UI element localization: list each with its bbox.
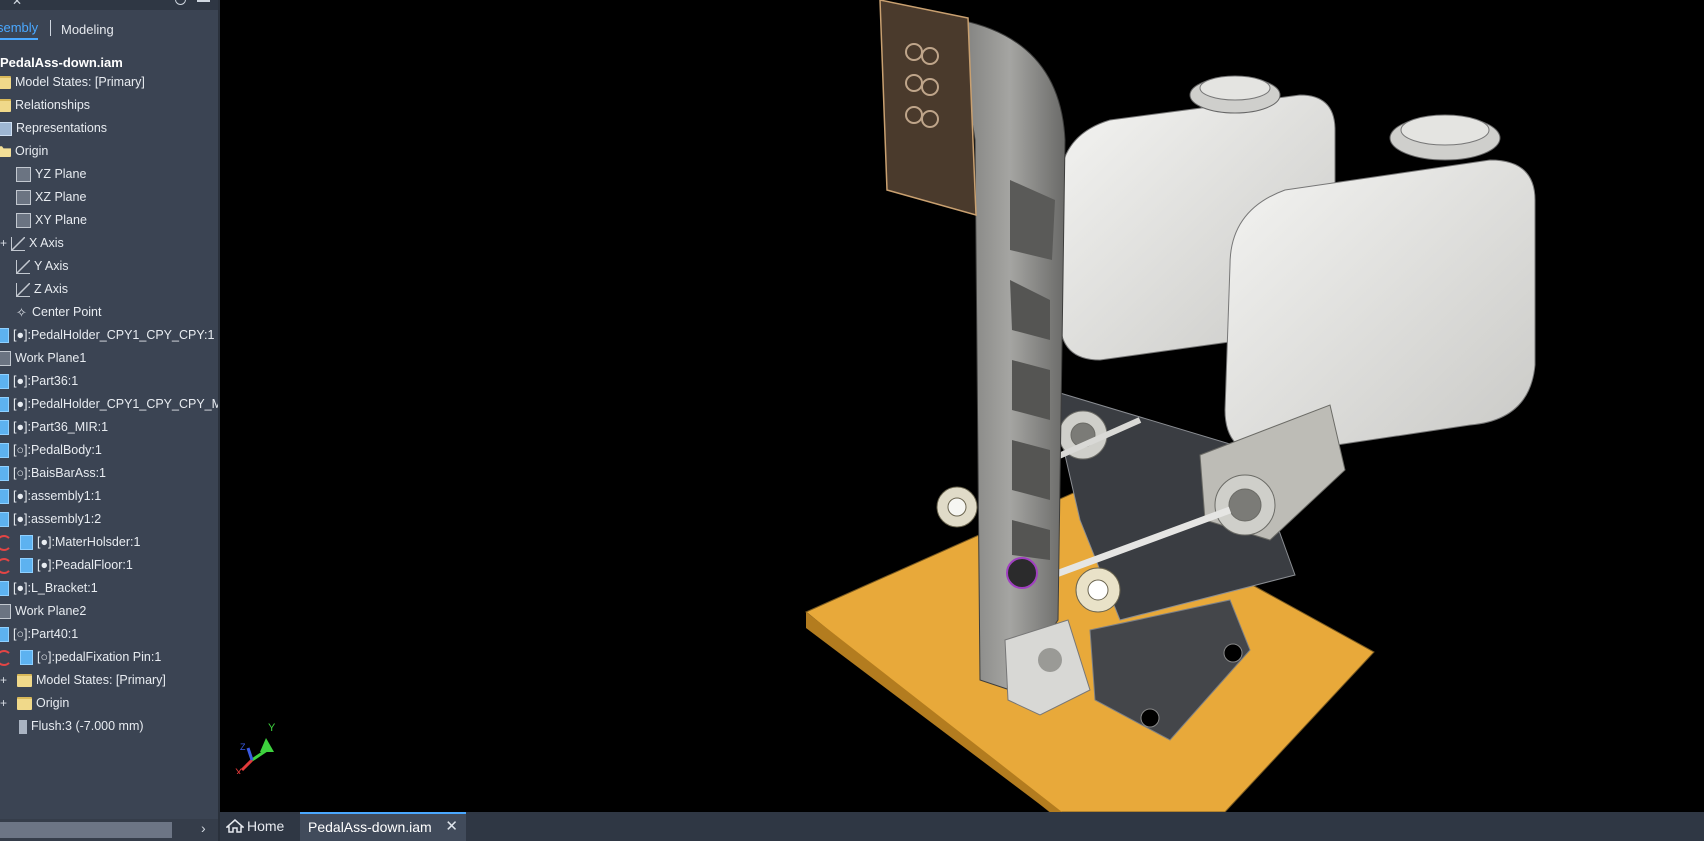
browser-scrollbar[interactable] bbox=[0, 822, 172, 838]
tree-item-center-point[interactable]: ✧ Center Point bbox=[16, 301, 101, 323]
tree-item-assembly1-2[interactable]: [●]:assembly1:2 bbox=[0, 508, 101, 530]
folder-open-icon bbox=[0, 146, 11, 158]
part-icon bbox=[0, 443, 9, 459]
triad-x-label: X bbox=[235, 767, 243, 774]
tree-item-x-axis[interactable]: + X Axis bbox=[0, 232, 64, 254]
menu-icon[interactable] bbox=[197, 0, 210, 2]
assembly-icon bbox=[0, 489, 9, 505]
flush-icon bbox=[19, 719, 27, 734]
chevron-right-icon[interactable]: › bbox=[201, 820, 206, 836]
tree-item-assembly1-1[interactable]: [●]:assembly1:1 bbox=[0, 485, 101, 507]
part-icon bbox=[20, 650, 33, 666]
assembly-icon bbox=[0, 466, 9, 482]
work-plane-icon bbox=[0, 604, 11, 620]
tab-home-label: Home bbox=[247, 818, 285, 834]
part-icon bbox=[0, 627, 9, 643]
folder-icon bbox=[0, 99, 11, 113]
representations-icon bbox=[0, 121, 12, 136]
triad-z-label: Z bbox=[240, 742, 246, 752]
tree-item-baisbarass[interactable]: [○]:BaisBarAss:1 bbox=[0, 462, 106, 484]
refresh-icon bbox=[0, 557, 12, 574]
plane-icon bbox=[16, 190, 31, 206]
model-browser: ✕ sembly Modeling PedalAss-down.iam Mode… bbox=[0, 0, 220, 841]
tree-item-representations[interactable]: Representations bbox=[0, 117, 107, 139]
center-point-icon: ✧ bbox=[16, 304, 27, 320]
rod-end-left bbox=[936, 486, 978, 528]
document-tab-bar: Home PedalAss-down.iam ✕ bbox=[220, 812, 1704, 841]
tree-item-model-states[interactable]: Model States: [Primary] bbox=[0, 71, 145, 93]
graphics-viewport[interactable] bbox=[220, 0, 1704, 812]
plane-icon bbox=[16, 213, 31, 229]
part-icon bbox=[20, 535, 33, 551]
tree-item-yz-plane[interactable]: YZ Plane bbox=[16, 163, 86, 185]
tree-item-peadalfloor[interactable]: [●]:PeadalFloor:1 bbox=[0, 554, 133, 576]
part-icon bbox=[0, 374, 9, 390]
tree-item-z-axis[interactable]: Z Axis bbox=[16, 278, 68, 300]
tree-item-pedalholder[interactable]: [●]:PedalHolder_CPY1_CPY_CPY:1 bbox=[0, 324, 214, 346]
plane-icon bbox=[16, 167, 31, 183]
tree-item-l-bracket[interactable]: [●]:L_Bracket:1 bbox=[0, 577, 98, 599]
expand-icon[interactable]: + bbox=[0, 232, 9, 254]
triad-y-label: Y bbox=[268, 722, 276, 734]
part-icon bbox=[0, 328, 9, 344]
part-icon bbox=[20, 558, 33, 574]
tree-item-origin-sub[interactable]: + Origin bbox=[0, 692, 69, 714]
part-icon bbox=[0, 581, 9, 597]
expand-icon[interactable]: + bbox=[0, 669, 9, 691]
close-tab-icon[interactable]: ✕ bbox=[445, 814, 458, 840]
axis-icon bbox=[11, 236, 25, 251]
tab-pedalass-down[interactable]: PedalAss-down.iam ✕ bbox=[300, 812, 466, 841]
axis-triad: Y X Z bbox=[235, 722, 276, 774]
pedal-assembly-model bbox=[805, 0, 1536, 812]
folder-icon bbox=[0, 76, 11, 90]
browser-tabs: sembly Modeling bbox=[0, 18, 218, 42]
tree-item-part40[interactable]: [○]:Part40:1 bbox=[0, 623, 78, 645]
tree-item-pedalfixation-pin[interactable]: [○]:pedalFixation Pin:1 bbox=[0, 646, 161, 668]
tree-root[interactable]: PedalAss-down.iam bbox=[0, 55, 123, 70]
tree-item-xz-plane[interactable]: XZ Plane bbox=[16, 186, 86, 208]
axis-icon bbox=[16, 282, 30, 297]
tab-modeling[interactable]: Modeling bbox=[61, 22, 114, 37]
tab-active-label: PedalAss-down.iam bbox=[308, 819, 432, 835]
tab-assembly[interactable]: sembly bbox=[0, 20, 39, 40]
assembly-icon bbox=[0, 512, 9, 528]
tree-item-materholsder[interactable]: [●]:MaterHolsder:1 bbox=[0, 531, 140, 553]
part-icon bbox=[0, 397, 9, 413]
expand-icon[interactable]: + bbox=[0, 692, 9, 714]
search-icon[interactable] bbox=[175, 0, 186, 5]
tab-home[interactable]: Home bbox=[226, 812, 284, 841]
tree-item-flush[interactable]: Flush:3 (-7.000 mm) bbox=[16, 715, 144, 737]
tree-item-part36[interactable]: [●]:Part36:1 bbox=[0, 370, 78, 392]
tree-item-model-states-sub[interactable]: + Model States: [Primary] bbox=[0, 669, 166, 691]
refresh-icon bbox=[0, 649, 12, 666]
rod-end-right bbox=[1075, 567, 1121, 613]
tree-item-pedalbody[interactable]: [○]:PedalBody:1 bbox=[0, 439, 102, 461]
tree-item-origin[interactable]: Origin bbox=[0, 140, 48, 162]
tree-item-work-plane1[interactable]: Work Plane1 bbox=[0, 347, 86, 369]
tree-item-relationships[interactable]: Relationships bbox=[0, 94, 90, 116]
pedal-pad bbox=[879, 0, 977, 217]
tree-item-pedalholder-m[interactable]: [●]:PedalHolder_CPY1_CPY_CPY_M bbox=[0, 393, 218, 415]
refresh-icon bbox=[0, 534, 12, 551]
tree-item-y-axis[interactable]: Y Axis bbox=[16, 255, 69, 277]
folder-icon bbox=[17, 697, 32, 711]
part-icon bbox=[0, 420, 9, 436]
tree-item-part36-mir[interactable]: [●]:Part36_MIR:1 bbox=[0, 416, 108, 438]
tree-item-xy-plane[interactable]: XY Plane bbox=[16, 209, 87, 231]
browser-header: ✕ bbox=[0, 0, 218, 10]
close-icon[interactable]: ✕ bbox=[12, 0, 22, 8]
tree-item-work-plane2[interactable]: Work Plane2 bbox=[0, 600, 86, 622]
work-plane-icon bbox=[0, 351, 11, 367]
home-icon bbox=[226, 819, 244, 833]
folder-icon bbox=[17, 674, 32, 688]
tab-separator bbox=[50, 20, 51, 36]
axis-icon bbox=[16, 259, 30, 274]
